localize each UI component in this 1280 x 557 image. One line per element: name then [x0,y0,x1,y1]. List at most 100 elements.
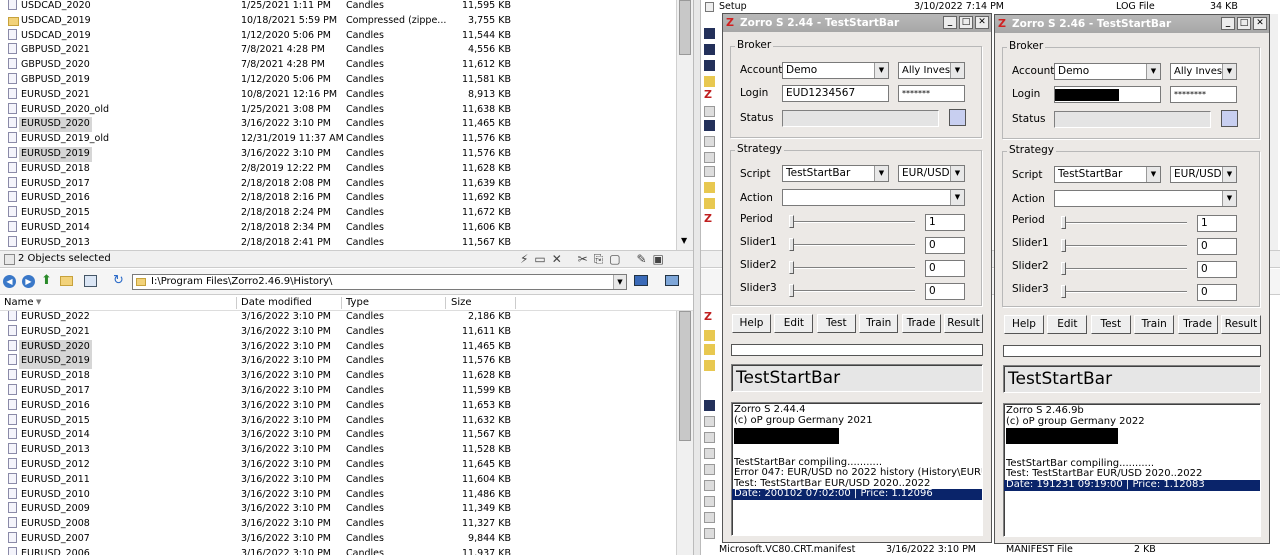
file-row[interactable]: EURUSD_2014 3/16/2022 3:10 PM Candles 11,56… [0,428,676,443]
address-field[interactable]: I:\Program Files\Zorro2.46.9\History\ ▼ [132,274,627,290]
slider-thumb[interactable] [789,261,794,274]
file-row[interactable]: EURUSD_2007 3/16/2022 3:10 PM Candles 9,844… [0,532,676,547]
file-row[interactable]: EURUSD_2021 3/16/2022 3:10 PM Candles 11,61… [0,324,676,340]
options-icon[interactable] [665,275,679,286]
window-title-bar[interactable]: Zorro S 2.44 - TestStartBar Z _ □ ✕ [723,14,991,32]
slider-value-field[interactable]: 1 [1197,215,1237,232]
up-icon[interactable]: ⬆ [41,273,52,288]
slider-value-field[interactable]: 1 [925,214,965,231]
action-select[interactable]: ▼ [1054,190,1237,207]
column-date[interactable]: Date modified [241,297,312,308]
bottom-scrollbar[interactable] [676,311,693,555]
close-button[interactable]: ✕ [1253,17,1267,30]
result-button[interactable]: Result [1221,315,1261,334]
slider-track[interactable] [1061,216,1187,229]
pane-divider[interactable] [693,0,701,555]
file-row[interactable]: EURUSD_2020 3/16/2022 3:10 PM Candles 11,46… [0,117,676,133]
slider-thumb[interactable] [789,215,794,228]
slider-thumb[interactable] [1061,285,1066,298]
edit-button[interactable]: Edit [774,314,814,333]
slider-track[interactable] [1061,285,1187,298]
account-select[interactable]: Demo ▼ [1054,63,1161,80]
file-row[interactable]: EURUSD_2021 10/8/2021 12:16 PM Candles 8,91… [0,87,676,103]
result-button[interactable]: Result [944,314,983,333]
file-row[interactable]: EURUSD_2009 3/16/2022 3:10 PM Candles 11,34… [0,502,676,517]
view-toggle-icon[interactable] [634,275,648,286]
edit-button[interactable]: Edit [1047,315,1088,334]
test-button[interactable]: Test [1090,315,1131,334]
slider-value-field[interactable]: 0 [925,237,965,254]
file-row[interactable]: EURUSD_2006 3/16/2022 3:10 PM Candles 11,93… [0,546,676,555]
file-row[interactable]: EURUSD_2016 3/16/2022 3:10 PM Candles 11,65… [0,398,676,414]
file-row[interactable]: EURUSD_2018 2/8/2019 12:22 PM Candles 11,62… [0,161,676,177]
help-button[interactable]: Help [1004,315,1044,334]
script-select[interactable]: TestStartBar ▼ [1054,166,1161,183]
slider-thumb[interactable] [1061,216,1066,229]
top-scrollbar[interactable]: ▼ [676,0,693,250]
maximize-button[interactable]: □ [959,16,973,29]
login-field[interactable] [1054,86,1161,103]
slider-thumb[interactable] [789,238,794,251]
password-field[interactable]: ******* [898,85,965,102]
slider-thumb[interactable] [1061,262,1066,275]
toolbar-icons[interactable]: ⚡▭✕ ✂⎘▢ ✎▣ [520,252,670,267]
file-row[interactable]: EURUSD_2016 2/18/2018 2:16 PM Candles 11,69… [0,191,676,206]
file-row[interactable]: EURUSD_2015 2/18/2018 2:24 PM Candles 11,67… [0,206,676,221]
file-row[interactable]: GBPUSD_2020 7/8/2021 4:28 PM Candles 11,612… [0,58,676,73]
slider-track[interactable] [789,238,915,251]
script-select[interactable]: TestStartBar ▼ [782,165,889,182]
minimize-button[interactable]: _ [943,16,957,29]
file-row[interactable]: EURUSD_2011 3/16/2022 3:10 PM Candles 11,60… [0,472,676,488]
file-row[interactable]: EURUSD_2018 3/16/2022 3:10 PM Candles 11,62… [0,369,676,384]
slider-track[interactable] [789,284,915,297]
file-row[interactable]: EURUSD_2022 3/16/2022 3:10 PM Candles 2,186… [0,311,676,325]
file-row[interactable]: EURUSD_2017 3/16/2022 3:10 PM Candles 11,59… [0,384,676,399]
trade-button[interactable]: Trade [1177,315,1218,334]
file-row[interactable]: EURUSD_2008 3/16/2022 3:10 PM Candles 11,32… [0,517,676,532]
column-name[interactable]: Name [4,297,34,308]
file-row[interactable]: GBPUSD_2019 1/12/2020 5:06 PM Candles 11,58… [0,73,676,88]
file-row[interactable]: EURUSD_2017 2/18/2018 2:08 PM Candles 11,63… [0,176,676,192]
maximize-button[interactable]: □ [1237,17,1251,30]
file-row[interactable]: EURUSD_2010 3/16/2022 3:10 PM Candles 11,48… [0,487,676,503]
file-row[interactable]: GBPUSD_2021 7/8/2021 4:28 PM Candles 4,556 … [0,43,676,58]
file-row[interactable]: EURUSD_2019 3/16/2022 3:10 PM Candles 11,57… [0,354,676,370]
trade-button[interactable]: Trade [901,314,941,333]
file-row[interactable]: EURUSD_2020 3/16/2022 3:10 PM Candles 11,46… [0,339,676,355]
server-select[interactable]: Ally Invest ▼ [1170,63,1237,80]
folder-icon[interactable] [60,276,73,286]
view-icon[interactable] [84,275,97,287]
action-select[interactable]: ▼ [782,189,965,206]
file-row[interactable]: EURUSD_2019_old 12/31/2019 11:37 AM Candle… [0,132,676,147]
right-top-row[interactable]: Setup 3/10/2022 7:14 PM LOG File 34 KB [701,0,1280,14]
close-button[interactable]: ✕ [975,16,989,29]
slider-value-field[interactable]: 0 [925,283,965,300]
slider-track[interactable] [1061,239,1187,252]
file-row[interactable]: USDCAD_2019 10/18/2021 5:59 PM Compressed … [0,14,676,29]
login-field[interactable]: EUD1234567 [782,85,889,102]
train-button[interactable]: Train [859,314,899,333]
slider-value-field[interactable]: 0 [1197,261,1237,278]
slider-thumb[interactable] [789,284,794,297]
help-button[interactable]: Help [732,314,771,333]
account-select[interactable]: Demo ▼ [782,62,889,79]
slider-value-field[interactable]: 0 [1197,238,1237,255]
file-row[interactable]: USDCAD_2019 1/12/2020 5:06 PM Candles 11,54… [0,28,676,44]
column-size[interactable]: Size [451,297,472,308]
slider-track[interactable] [789,261,915,274]
slider-track[interactable] [789,215,915,228]
slider-track[interactable] [1061,262,1187,275]
back-icon[interactable]: ◀ [3,275,16,288]
window-title-bar[interactable]: Zorro S 2.46 - TestStartBar Z _ □ ✕ [995,15,1269,33]
file-row[interactable]: USDCAD_2020 1/25/2021 1:11 PM Candles 11,59… [0,0,676,14]
forward-icon[interactable]: ▶ [22,275,35,288]
file-row[interactable]: EURUSD_2012 3/16/2022 3:10 PM Candles 11,64… [0,458,676,473]
column-type[interactable]: Type [346,297,369,308]
file-row[interactable]: EURUSD_2013 2/18/2018 2:41 PM Candles 11,56… [0,235,676,250]
slider-value-field[interactable]: 0 [1197,284,1237,301]
file-row[interactable]: EURUSD_2015 3/16/2022 3:10 PM Candles 11,63… [0,413,676,429]
slider-thumb[interactable] [1061,239,1066,252]
file-row[interactable]: EURUSD_2019 3/16/2022 3:10 PM Candles 11,57… [0,147,676,162]
train-button[interactable]: Train [1134,315,1175,334]
slider-value-field[interactable]: 0 [925,260,965,277]
